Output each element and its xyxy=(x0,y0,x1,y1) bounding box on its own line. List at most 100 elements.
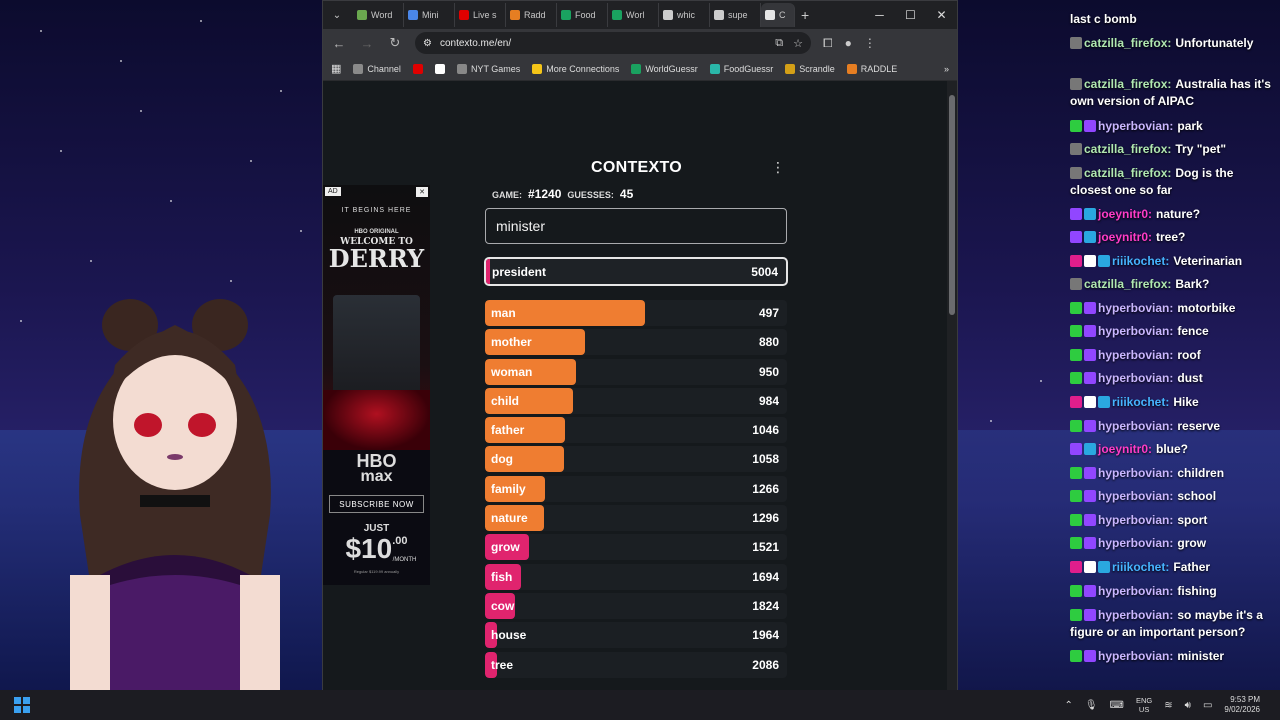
bookmark-item[interactable]: NYT Games xyxy=(456,63,520,74)
chat-text: motorbike xyxy=(1177,301,1236,315)
chat-username[interactable]: riiikochet: xyxy=(1112,560,1169,574)
bookmark-item[interactable]: Scrandle xyxy=(785,63,835,74)
guess-row: man 497 xyxy=(485,300,787,326)
chat-username[interactable]: hyperbovian: xyxy=(1098,584,1173,598)
chat-username[interactable]: riiikochet: xyxy=(1112,395,1169,409)
chevron-up-icon[interactable]: ⌃ xyxy=(1064,700,1072,711)
taskbar: ⌃ 🎙︎ ⌨ ENG US ≋ 🔊︎ ▭ 9:53 PM 9/02/2026 xyxy=(0,690,1280,720)
chat-username[interactable]: catzilla_firefox: xyxy=(1084,77,1171,91)
guess-word: mother xyxy=(491,335,532,350)
ad-close-icon[interactable]: ✕ xyxy=(416,187,428,197)
site-info-icon[interactable]: ⚙ xyxy=(423,38,432,49)
browser-tab[interactable]: supe xyxy=(710,3,761,27)
guess-input[interactable]: minister xyxy=(485,208,787,244)
bookmark-item[interactable]: RADDLE xyxy=(846,63,897,74)
chat-username[interactable]: catzilla_firefox: xyxy=(1084,142,1171,156)
bookmark-favicon-icon xyxy=(353,63,364,74)
apps-grid-icon[interactable]: ▦ xyxy=(331,62,341,75)
chat-username[interactable]: riiikochet: xyxy=(1112,254,1169,268)
guess-rank: 1058 xyxy=(752,452,779,467)
chat-username[interactable]: joeynitr0: xyxy=(1098,230,1152,244)
chat-text: Try "pet" xyxy=(1175,142,1227,156)
chat-username[interactable]: catzilla_firefox: xyxy=(1084,36,1171,50)
chat-message: hyperbovian: children xyxy=(1070,465,1274,482)
scrollbar-thumb[interactable] xyxy=(949,95,955,315)
bookmark-item[interactable]: WorldGuessr xyxy=(631,63,698,74)
chat-username[interactable]: joeynitr0: xyxy=(1098,442,1152,456)
bookmark-favicon-icon xyxy=(532,63,543,74)
browser-tab[interactable]: Food xyxy=(557,3,608,27)
chat-username[interactable]: hyperbovian: xyxy=(1098,489,1173,503)
browser-tab[interactable]: Worl xyxy=(608,3,659,27)
back-icon[interactable]: ← xyxy=(331,36,347,51)
browser-tab[interactable]: Word xyxy=(353,3,404,27)
chat-username[interactable]: hyperbovian: xyxy=(1098,324,1173,338)
tab-label: Word xyxy=(371,10,393,20)
browser-tab[interactable]: Live s xyxy=(455,3,506,27)
bookmark-item[interactable]: FoodGuessr xyxy=(709,63,773,74)
advertisement-banner[interactable]: AD ✕ IT BEGINS HERE HBO ORIGINAL WELCOME… xyxy=(323,185,430,585)
guess-row: mother 880 xyxy=(485,329,787,356)
wifi-icon[interactable]: ≋ xyxy=(1164,700,1172,711)
volume-icon[interactable]: 🔊︎ xyxy=(1185,700,1191,711)
windows-start-icon[interactable] xyxy=(14,697,30,713)
chat-username[interactable]: hyperbovian: xyxy=(1098,608,1173,622)
battery-icon[interactable]: ▭ xyxy=(1203,700,1212,711)
chat-message: riiikochet: Father xyxy=(1070,559,1274,576)
chat-username[interactable]: hyperbovian: xyxy=(1098,513,1173,527)
new-tab-button[interactable]: + xyxy=(801,7,809,23)
extensions-icon[interactable]: ⧠ xyxy=(823,36,833,51)
chat-username[interactable]: hyperbovian: xyxy=(1098,301,1173,315)
star xyxy=(1040,380,1042,382)
language-indicator[interactable]: ENG US xyxy=(1136,696,1152,714)
browser-tab[interactable]: Mini xyxy=(404,3,455,27)
guess-word: grow xyxy=(491,540,520,555)
page-scrollbar[interactable] xyxy=(947,81,957,690)
chat-message: joeynitr0: nature? xyxy=(1070,206,1274,223)
chat-badge-icon xyxy=(1070,231,1082,243)
profile-avatar[interactable]: ● xyxy=(845,36,852,50)
chat-username[interactable]: hyperbovian: xyxy=(1098,649,1173,663)
kebab-menu-icon[interactable]: ⋮ xyxy=(771,159,785,176)
clock[interactable]: 9:53 PM 9/02/2026 xyxy=(1224,695,1260,715)
bookmark-item[interactable] xyxy=(412,63,423,74)
browser-tab[interactable]: Radd xyxy=(506,3,557,27)
install-app-icon[interactable]: ⧉ xyxy=(775,37,783,50)
chat-username[interactable]: hyperbovian: xyxy=(1098,419,1173,433)
microphone-icon[interactable]: 🎙︎ xyxy=(1085,700,1098,711)
star xyxy=(250,160,252,162)
keyboard-icon[interactable]: ⌨ xyxy=(1110,700,1124,711)
close-icon[interactable]: ✕ xyxy=(926,8,957,22)
chat-text: blue? xyxy=(1156,442,1189,456)
tab-search-button[interactable]: ⌄ xyxy=(327,5,347,25)
chat-username[interactable]: hyperbovian: xyxy=(1098,466,1173,480)
browser-tab[interactable]: whic xyxy=(659,3,710,27)
maximize-icon[interactable]: ☐ xyxy=(895,8,926,22)
chat-username[interactable]: catzilla_firefox: xyxy=(1084,277,1171,291)
chat-username[interactable]: hyperbovian: xyxy=(1098,119,1173,133)
forward-icon[interactable]: → xyxy=(359,36,375,51)
ad-subscribe-button[interactable]: SUBSCRIBE NOW xyxy=(329,495,424,513)
reload-icon[interactable]: ↻ xyxy=(387,35,403,51)
tab-favicon-icon xyxy=(663,10,673,20)
minimize-icon[interactable]: ─ xyxy=(864,8,895,22)
browser-menu-icon[interactable]: ⋮ xyxy=(864,36,876,50)
bookmark-star-icon[interactable]: ☆ xyxy=(793,37,803,50)
chat-message: hyperbovian: grow xyxy=(1070,535,1274,552)
browser-tab[interactable]: C xyxy=(761,3,795,27)
chat-username[interactable]: hyperbovian: xyxy=(1098,371,1173,385)
bookmarks-overflow-button[interactable]: » xyxy=(944,64,949,74)
chat-badge-icon xyxy=(1084,585,1096,597)
chat-message: catzilla_firefox: Unfortunately xyxy=(1070,35,1274,52)
bookmark-item[interactable]: More Connections xyxy=(532,63,619,74)
guess-rank: 1694 xyxy=(752,569,779,584)
chat-username[interactable]: hyperbovian: xyxy=(1098,348,1173,362)
bookmark-item[interactable]: Channel xyxy=(353,63,401,74)
chat-username[interactable]: hyperbovian: xyxy=(1098,536,1173,550)
chat-badge-icon xyxy=(1098,255,1110,267)
address-bar[interactable]: ⚙ contexto.me/en/ ⧉ ☆ xyxy=(415,32,811,54)
chat-username[interactable]: joeynitr0: xyxy=(1098,207,1152,221)
bookmark-item[interactable] xyxy=(434,63,445,74)
guess-word: woman xyxy=(491,364,533,379)
chat-username[interactable]: catzilla_firefox: xyxy=(1084,166,1171,180)
